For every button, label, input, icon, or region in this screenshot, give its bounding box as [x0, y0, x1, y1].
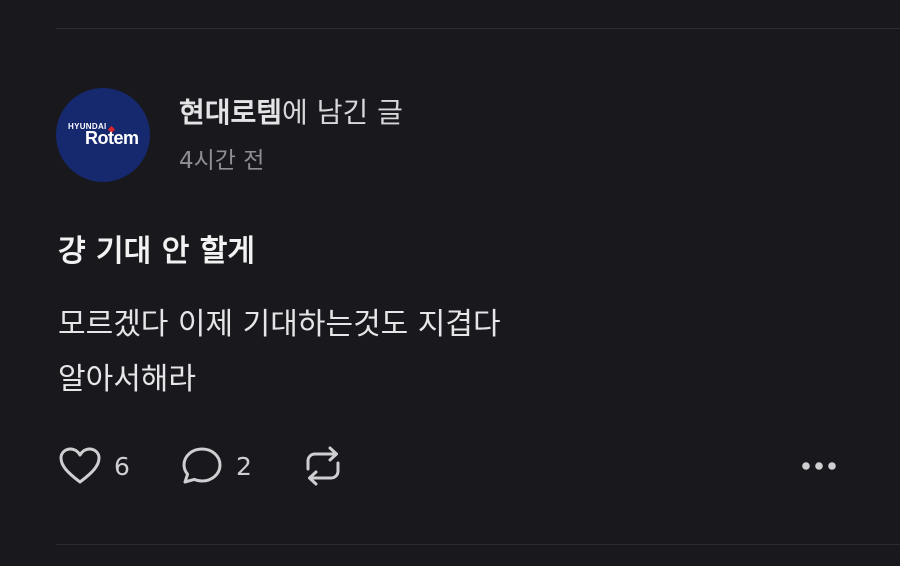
author-name[interactable]: 현대로템	[179, 96, 282, 129]
avatar-logo-big: Rotem	[85, 128, 139, 148]
post-title: 걍 기대 안 할게	[58, 234, 255, 269]
post-body-line: 모르겠다 이제 기대하는것도 지겹다	[58, 307, 501, 342]
reply-button[interactable]: 2	[180, 443, 252, 489]
post-timestamp: 4시간 전	[179, 148, 265, 174]
more-options-button[interactable]	[800, 443, 840, 489]
heart-icon	[58, 446, 102, 486]
post-header: 현대로템에 남긴 글	[179, 93, 403, 133]
header-suffix: 에 남긴 글	[282, 96, 403, 129]
post-body: 모르겠다 이제 기대하는것도 지겹다 알아서해라	[58, 297, 501, 407]
more-dots-icon	[800, 460, 840, 472]
like-count: 6	[114, 451, 130, 481]
speech-bubble-icon	[180, 445, 224, 487]
action-bar: 6 2	[58, 443, 848, 489]
divider-bottom	[56, 544, 900, 545]
avatar[interactable]: HYUNDAI Rotem	[56, 88, 150, 182]
divider-top	[56, 28, 900, 29]
reply-count: 2	[236, 451, 252, 481]
repost-button[interactable]	[300, 443, 346, 489]
repost-arrows-icon	[300, 445, 346, 487]
like-button[interactable]: 6	[58, 443, 130, 489]
post-body-line: 알아서해라	[58, 362, 196, 397]
